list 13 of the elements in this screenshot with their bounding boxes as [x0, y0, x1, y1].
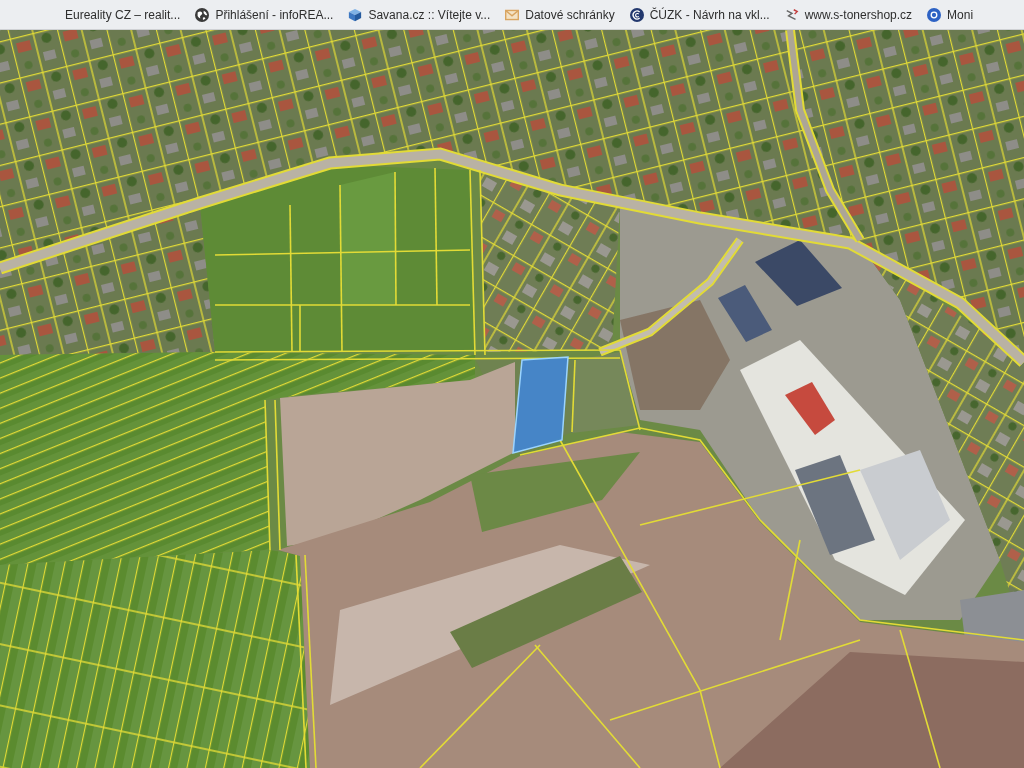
envelope-icon: [505, 7, 520, 22]
bookmark-link[interactable]: Přihlášení - infoREA...: [192, 5, 337, 24]
bookmark-link[interactable]: Savana.cz :: Vítejte v...: [345, 5, 494, 24]
zigzag-icon: [784, 7, 799, 22]
bookmark-link[interactable]: www.s-tonershop.cz: [781, 5, 916, 24]
ring-logo-icon: [927, 7, 942, 22]
bookmark-link[interactable]: ČÚZK - Návrh na vkl...: [626, 5, 773, 24]
bookmark-link[interactable]: Moni: [924, 5, 977, 24]
emblem-icon: [629, 7, 644, 22]
cube-icon: [348, 7, 363, 22]
globe-icon: [195, 7, 210, 22]
bookmark-link[interactable]: Datové schránky: [502, 5, 618, 24]
bookmark-link[interactable]: Eureality CZ – realit...: [62, 5, 184, 24]
